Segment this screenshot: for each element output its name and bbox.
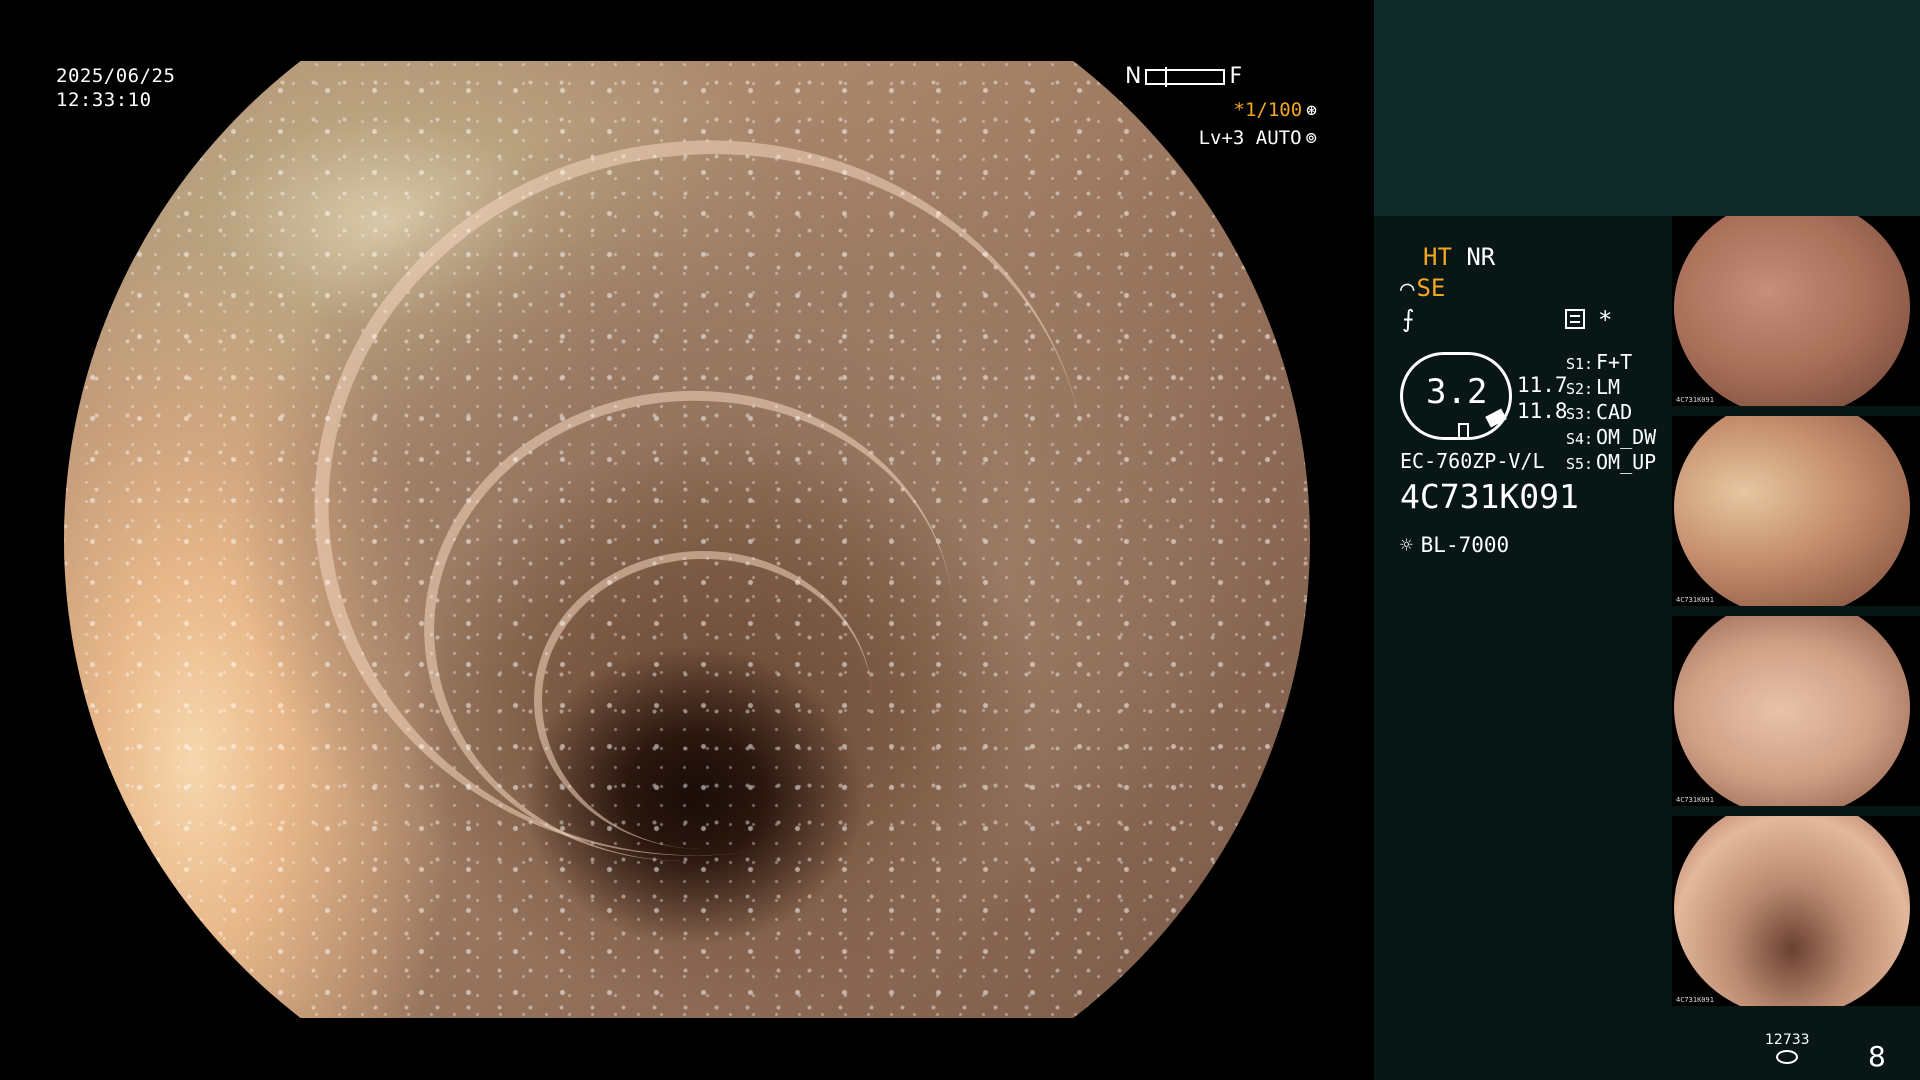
- storage-disk-icon: [1776, 1050, 1798, 1064]
- switch-row: S1: F+T: [1566, 350, 1656, 375]
- switch-value: F+T: [1596, 350, 1633, 374]
- bubble-texture: [64, 61, 1310, 1018]
- switch-key: S1:: [1566, 355, 1594, 373]
- light-source-name: BL-7000: [1420, 533, 1510, 557]
- auto-mode-icon: ⊚: [1305, 127, 1317, 149]
- thumbnail-id: 4C731K091: [1676, 796, 1714, 804]
- captured-thumbnail[interactable]: 4C731K091: [1672, 816, 1920, 1006]
- near-far-focus-scale: N F: [1125, 64, 1242, 89]
- switch-key: S4:: [1566, 430, 1594, 448]
- switch-value: OM_DW: [1596, 425, 1657, 449]
- light-source: ☼ BL-7000: [1400, 532, 1509, 558]
- star-indicator: *: [1598, 306, 1613, 334]
- value-1: 11.7: [1517, 373, 1568, 397]
- page-number: 8: [1868, 1040, 1886, 1073]
- switch-row: S5: OM_UP: [1566, 450, 1656, 475]
- far-label: F: [1229, 64, 1243, 89]
- thumbnail-image: [1674, 816, 1910, 1006]
- switch-assignments: S1: F+T S2: LM S3: CAD S4: OM_DW S5: OM_…: [1566, 350, 1656, 475]
- switch-key: S2:: [1566, 380, 1594, 398]
- thumbnail-image: [1674, 416, 1910, 606]
- endoscopic-live-view: [64, 61, 1310, 1018]
- near-label: N: [1125, 64, 1142, 89]
- thumbnail-image: [1674, 216, 1910, 406]
- switch-row: S4: OM_DW: [1566, 425, 1656, 450]
- captured-thumbnail[interactable]: 4C731K091: [1672, 416, 1920, 606]
- switch-key: S5:: [1566, 455, 1594, 473]
- panel-header-area: [1374, 0, 1920, 216]
- scope-tip-icon: [1458, 423, 1469, 437]
- captured-thumbnail[interactable]: 4C731K091: [1672, 216, 1920, 406]
- thumbnail-id: 4C731K091: [1676, 396, 1714, 404]
- thumbnail-image: [1674, 616, 1910, 806]
- light-source-icon: ☼: [1400, 533, 1413, 557]
- shutter-value: *1/100: [1233, 99, 1303, 121]
- thumbnail-id: 4C731K091: [1676, 596, 1714, 604]
- date-text: 2025/06/25: [56, 65, 176, 87]
- focus-bar: [1145, 66, 1226, 87]
- aperture-icon: ⊛: [1306, 99, 1317, 121]
- se-mode: SE: [1416, 274, 1446, 302]
- switch-value: OM_UP: [1596, 450, 1657, 474]
- brightness-level: Lv+3 AUTO ⊚: [1199, 127, 1317, 149]
- switch-row: S3: CAD: [1566, 400, 1656, 425]
- switch-value: CAD: [1596, 400, 1633, 424]
- image-count: 12733: [1765, 1032, 1810, 1048]
- datetime-display: 2025/06/25 12:33:10: [56, 64, 175, 112]
- endoscopy-monitor-screen: 2025/06/25 12:33:10 N F *1/100 ⊛ Lv+3 AU…: [0, 0, 1920, 1080]
- switch-key: S3:: [1566, 405, 1594, 423]
- shutter-speed: *1/100 ⊛: [1234, 99, 1317, 121]
- scope-badge-value: 3.2: [1426, 372, 1488, 412]
- menu-icon: [1565, 309, 1585, 329]
- switch-row: S2: LM: [1566, 375, 1656, 400]
- se-mode-row: ⌒ SE: [1400, 275, 1445, 301]
- switch-value: LM: [1596, 375, 1621, 399]
- captured-thumbnail[interactable]: 4C731K091: [1672, 616, 1920, 806]
- mode-indicators: HT NR: [1423, 244, 1495, 270]
- nr-mode: NR: [1466, 243, 1496, 271]
- thumbnail-id: 4C731K091: [1676, 996, 1714, 1004]
- scope-serial: 4C731K091: [1400, 477, 1579, 516]
- value-2: 11.8: [1517, 399, 1568, 423]
- scope-model: EC-760ZP-V/L: [1400, 449, 1545, 473]
- time-text: 12:33:10: [56, 89, 152, 111]
- enhancement-icon: ⨍: [1402, 305, 1415, 333]
- ht-mode: HT: [1423, 243, 1452, 271]
- structure-enhance-icon: ⌒: [1400, 274, 1415, 302]
- level-value: Lv+3 AUTO: [1198, 127, 1302, 149]
